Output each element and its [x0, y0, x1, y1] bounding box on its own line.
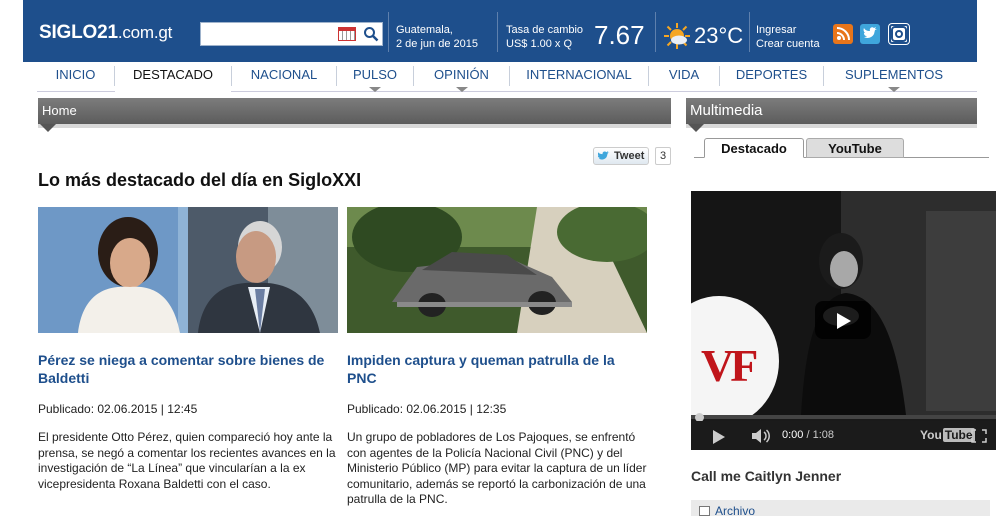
login-link[interactable]: Ingresar	[756, 23, 820, 37]
youtube-logo-a: You	[920, 428, 942, 442]
duration: / 1:08	[806, 429, 835, 441]
logo-text: SIGLO21	[39, 22, 118, 43]
nav-label: NACIONAL	[250, 67, 318, 82]
search-icon	[364, 27, 379, 42]
search-box	[200, 22, 383, 46]
archive-link[interactable]: Archivo	[691, 500, 990, 516]
search-button[interactable]	[360, 23, 382, 45]
calendar-icon[interactable]	[338, 27, 356, 41]
nav-label: INTERNACIONAL	[526, 67, 632, 82]
nav-label: SUPLEMENTOS	[844, 67, 943, 82]
nav-item-suplementos[interactable]: SUPLEMENTOS	[824, 62, 964, 92]
nav-label: DESTACADO	[133, 67, 213, 82]
youtube-logo[interactable]: You Tube	[920, 428, 975, 442]
page-title: Lo más destacado del día en SigloXXI	[38, 170, 362, 190]
chevron-down-icon	[888, 87, 900, 92]
fullscreen-icon[interactable]	[971, 429, 987, 443]
nav-label: DEPORTES	[735, 67, 808, 82]
search-input[interactable]	[201, 23, 331, 45]
archive-label: Archivo	[715, 504, 756, 516]
sidebar-title: Multimedia	[686, 98, 977, 124]
calendar-icon	[699, 506, 710, 516]
site-logo[interactable]: SIGLO21.com.gt	[39, 22, 172, 44]
sidebar-pointer-icon	[688, 124, 704, 132]
nav-item-vida[interactable]: VIDA	[649, 62, 719, 92]
progress-bar[interactable]	[691, 415, 996, 419]
date-label: 2 de jun de 2015	[396, 38, 478, 50]
header-divider	[497, 12, 498, 52]
volume-icon[interactable]	[751, 429, 771, 443]
fx-value: 7.67	[594, 20, 645, 50]
current-time: 0:00	[782, 429, 804, 441]
site-header: SIGLO21.com.gt Guatemala, 2 de jun de 20…	[23, 0, 977, 62]
main-nav: INICIO DESTACADO NACIONAL PULSO OPINIÓN …	[37, 62, 977, 92]
article-summary: Un grupo de pobladores de Los Pajoques, …	[347, 430, 647, 506]
vf-logo: VF	[701, 340, 758, 391]
tab-destacado[interactable]: Destacado	[704, 138, 804, 158]
youtube-logo-b: Tube	[942, 428, 975, 442]
chevron-down-icon	[455, 87, 468, 92]
city-label: Guatemala,	[396, 24, 453, 36]
play-button[interactable]	[815, 301, 871, 339]
exchange-rate: Tasa de cambio US$ 1.00 x Q	[506, 23, 583, 51]
weather-icon	[664, 23, 690, 49]
play-icon[interactable]	[713, 430, 725, 444]
fx-unit: US$ 1.00 x Q	[506, 38, 573, 50]
nav-item-nacional[interactable]: NACIONAL	[232, 62, 336, 92]
breadcrumb-shadow	[38, 124, 671, 128]
fx-label: Tasa de cambio	[506, 24, 584, 36]
article-meta: Publicado: 02.06.2015 | 12:45	[38, 402, 198, 416]
page: SIGLO21.com.gt Guatemala, 2 de jun de 20…	[0, 0, 999, 516]
video-player[interactable]: VF 0:00 / 1:08 You Tube	[691, 191, 996, 450]
logo-domain: .com.gt	[117, 23, 173, 42]
article-image[interactable]	[347, 207, 647, 333]
account-links: Ingresar Crear cuenta	[756, 23, 820, 51]
article-image[interactable]	[38, 207, 338, 333]
nav-item-internacional[interactable]: INTERNACIONAL	[510, 62, 648, 92]
nav-item-opinion[interactable]: OPINIÓN	[414, 62, 509, 92]
temperature: 23°C	[694, 23, 744, 48]
nav-label: PULSO	[352, 67, 398, 82]
article-summary: El presidente Otto Pérez, quien comparec…	[38, 430, 336, 491]
nav-item-pulso[interactable]: PULSO	[337, 62, 413, 92]
video-caption[interactable]: Call me Caitlyn Jenner	[691, 468, 841, 484]
twitter-icon[interactable]	[860, 24, 880, 44]
article-title[interactable]: Pérez se niega a comentar sobre bienes d…	[38, 351, 338, 387]
breadcrumb[interactable]: Home	[38, 98, 671, 124]
tab-youtube[interactable]: YouTube	[806, 138, 904, 158]
nav-item-destacado[interactable]: DESTACADO	[115, 62, 231, 92]
video-time: 0:00 / 1:08	[782, 429, 834, 441]
article-meta: Publicado: 02.06.2015 | 12:35	[347, 402, 507, 416]
breadcrumb-pointer-icon	[40, 124, 56, 132]
video-controls: 0:00 / 1:08 You Tube	[691, 421, 996, 450]
rss-icon[interactable]	[833, 24, 853, 44]
nav-label: OPINIÓN	[434, 67, 489, 82]
header-divider	[749, 12, 750, 52]
tweet-label: Tweet	[614, 150, 645, 162]
nav-item-deportes[interactable]: DEPORTES	[720, 62, 823, 92]
header-divider	[388, 12, 389, 52]
tweet-button[interactable]: Tweet	[593, 147, 649, 165]
tweet-count: 3	[655, 147, 671, 165]
nav-label: INICIO	[55, 67, 96, 82]
instagram-icon[interactable]	[889, 24, 909, 44]
location-date: Guatemala, 2 de jun de 2015	[396, 23, 478, 51]
sidebar-title-shadow	[686, 124, 977, 128]
chevron-down-icon	[369, 87, 381, 92]
article-title[interactable]: Impiden captura y queman patrulla de la …	[347, 351, 647, 387]
header-divider	[655, 12, 656, 52]
nav-label: VIDA	[668, 67, 700, 82]
twitter-bird-icon	[598, 151, 610, 160]
register-link[interactable]: Crear cuenta	[756, 37, 820, 51]
nav-item-inicio[interactable]: INICIO	[37, 62, 114, 92]
